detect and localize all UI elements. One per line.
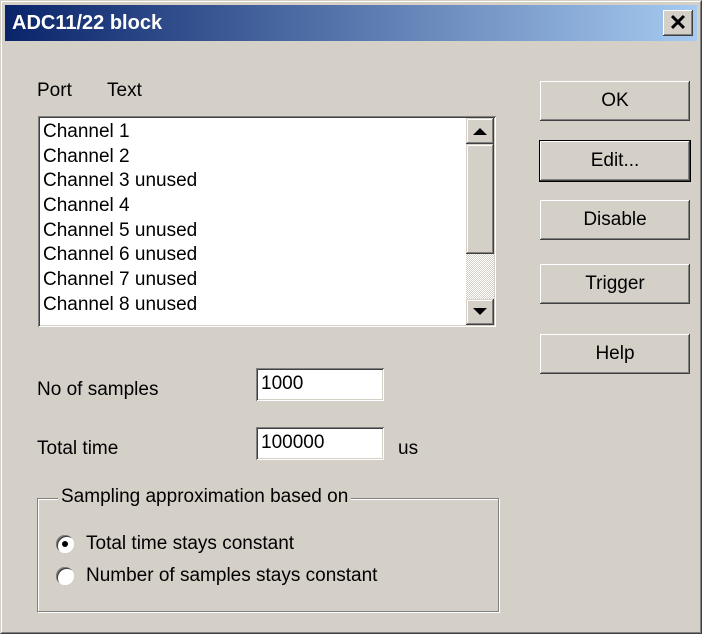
arrow-down-icon: [473, 308, 487, 315]
scroll-up-button[interactable]: [466, 118, 494, 144]
total-time-label: Total time: [37, 438, 119, 459]
help-button[interactable]: Help: [540, 334, 690, 374]
arrow-up-icon: [473, 128, 487, 135]
scroll-down-button[interactable]: [466, 299, 494, 325]
radio-button[interactable]: [56, 567, 74, 585]
list-item[interactable]: Channel 4: [42, 194, 464, 219]
radio-total-time[interactable]: Total time stays constant: [56, 533, 294, 555]
list-scrollbar[interactable]: [466, 118, 494, 325]
list-item[interactable]: Channel 3 unused: [42, 169, 464, 194]
trigger-button[interactable]: Trigger: [540, 264, 690, 304]
help-button-label: Help: [595, 343, 635, 364]
list-item[interactable]: Channel 8 unused: [42, 293, 464, 318]
trigger-button-label: Trigger: [585, 273, 645, 294]
dialog-frame: ADC11/22 block ✕ Port Text Channel 1 Cha…: [1, 1, 701, 633]
ok-button[interactable]: OK: [540, 81, 690, 121]
sampling-groupbox: Sampling approximation based on Total ti…: [37, 486, 499, 612]
edit-button-label: Edit...: [590, 150, 640, 171]
close-icon: ✕: [668, 10, 688, 35]
edit-button[interactable]: Edit...: [540, 141, 690, 181]
scroll-thumb[interactable]: [466, 144, 494, 254]
samples-input[interactable]: 1000: [256, 368, 384, 401]
ok-button-label: OK: [601, 90, 629, 111]
radio-button[interactable]: [56, 535, 74, 553]
close-button[interactable]: ✕: [663, 10, 693, 36]
radio-label: Total time stays constant: [86, 533, 295, 554]
channel-listbox[interactable]: Channel 1 Channel 2 Channel 3 unused Cha…: [38, 116, 496, 327]
total-time-unit: us: [398, 438, 419, 459]
title-bar[interactable]: ADC11/22 block ✕: [5, 5, 697, 41]
list-header-text: Text: [107, 80, 142, 101]
window-title: ADC11/22 block: [12, 12, 163, 34]
sampling-group-title: Sampling approximation based on: [58, 486, 352, 508]
channel-list: Channel 1 Channel 2 Channel 3 unused Cha…: [42, 120, 464, 318]
list-item[interactable]: Channel 1: [42, 120, 464, 145]
list-header-port: Port: [37, 80, 72, 101]
list-item[interactable]: Channel 2: [42, 145, 464, 170]
radio-label: Number of samples stays constant: [86, 565, 378, 586]
radio-number-samples[interactable]: Number of samples stays constant: [56, 565, 377, 587]
total-time-input[interactable]: 100000: [256, 427, 384, 460]
list-item[interactable]: Channel 6 unused: [42, 243, 464, 268]
list-item[interactable]: Channel 5 unused: [42, 219, 464, 244]
disable-button-label: Disable: [583, 209, 647, 230]
dialog-window: ADC11/22 block ✕ Port Text Channel 1 Cha…: [0, 0, 702, 634]
samples-label: No of samples: [37, 379, 159, 400]
list-item[interactable]: Channel 7 unused: [42, 268, 464, 293]
disable-button[interactable]: Disable: [540, 200, 690, 240]
